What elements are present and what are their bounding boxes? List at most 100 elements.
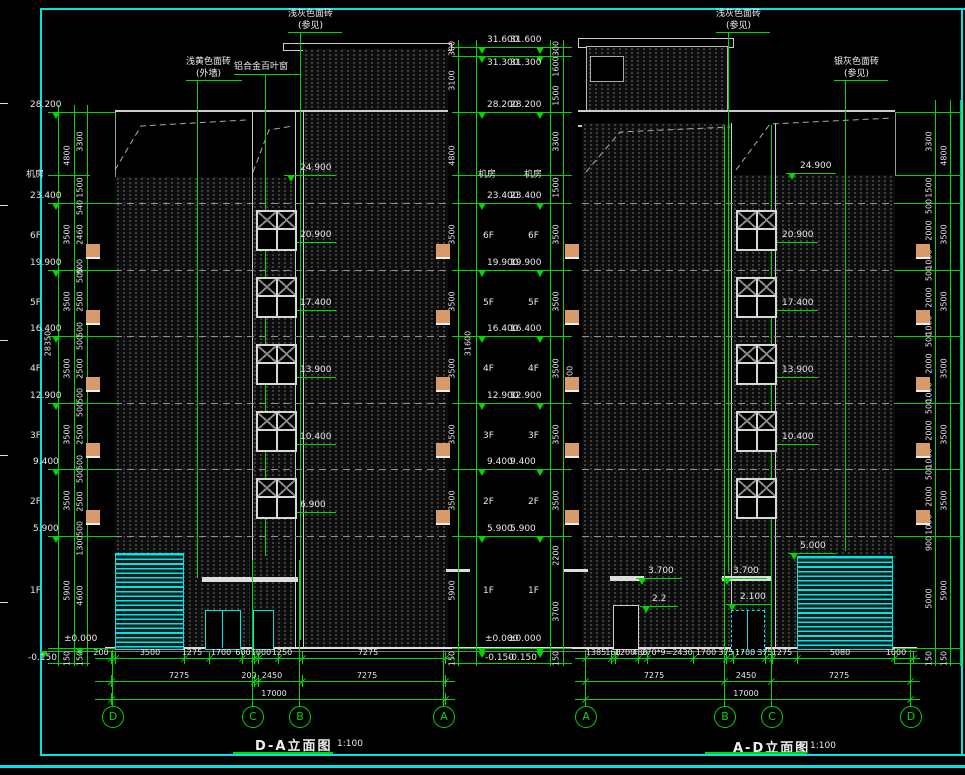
vertical-dim-value: 3500 bbox=[552, 205, 561, 265]
elevation-value: 10.400 bbox=[782, 432, 814, 442]
floor-label: 4F bbox=[483, 364, 494, 374]
floor-line bbox=[582, 469, 895, 470]
floor-label: 3F bbox=[528, 431, 539, 441]
elevation-value: 5.000 bbox=[800, 541, 826, 551]
vertical-dim-value: 150 bbox=[552, 629, 561, 689]
elevation-value: 28.200 bbox=[510, 100, 542, 110]
dim-row-line bbox=[95, 658, 455, 659]
elevation-marker-triangle-icon bbox=[790, 553, 798, 560]
elevation-marker-triangle-icon bbox=[478, 203, 486, 210]
material-callout-text: 银灰色面砖(参见) bbox=[834, 56, 879, 80]
grid-line-stub bbox=[585, 650, 586, 706]
ruler-tick bbox=[0, 455, 8, 456]
elevation-value: -0.150 bbox=[508, 653, 537, 663]
title-underline bbox=[705, 752, 807, 754]
elevation-value: 3.700 bbox=[648, 566, 674, 576]
floor-line bbox=[115, 403, 448, 404]
elevation-marker-triangle-icon bbox=[728, 604, 736, 611]
canopy-left bbox=[202, 577, 298, 582]
single-door-left bbox=[253, 610, 274, 650]
elevation-value: 6.900 bbox=[300, 500, 326, 510]
elevation-value: 17.400 bbox=[782, 298, 814, 308]
floor-label: 4F bbox=[30, 364, 41, 374]
floor-label: 5F bbox=[528, 298, 539, 308]
right-upper-band bbox=[732, 175, 895, 203]
window-pane bbox=[278, 279, 296, 295]
floor-label: 1F bbox=[30, 586, 41, 596]
dim-extension-line bbox=[935, 100, 936, 666]
right-bay-edge-b bbox=[775, 123, 776, 648]
grid-line-stub bbox=[771, 650, 772, 706]
elevation-marker-triangle-icon bbox=[52, 112, 60, 119]
elevation-marker-triangle-icon bbox=[52, 203, 60, 210]
floor-label: 3F bbox=[30, 431, 41, 441]
callout-leader-line bbox=[300, 32, 301, 640]
callout-underline bbox=[716, 32, 770, 33]
title-underline bbox=[233, 752, 333, 754]
floor-line bbox=[115, 270, 448, 271]
window-pane bbox=[738, 480, 756, 496]
elevation-value: 9.400 bbox=[33, 457, 59, 467]
elevation-value: 10.400 bbox=[300, 432, 332, 442]
window-pane bbox=[258, 413, 276, 429]
floor-label: 5F bbox=[30, 298, 41, 308]
floor-line bbox=[115, 469, 448, 470]
elevation-marker-triangle-icon bbox=[723, 578, 731, 585]
grid-bubble: D bbox=[900, 706, 922, 728]
elevation-marker-triangle-icon bbox=[536, 270, 544, 277]
floor-line bbox=[115, 536, 448, 537]
elevation-marker-triangle-icon bbox=[536, 336, 544, 343]
window-pane bbox=[278, 364, 296, 383]
dim-extension-stub bbox=[445, 652, 446, 664]
vertical-dim-value: 3500 bbox=[63, 471, 72, 531]
grid-bubble: C bbox=[761, 706, 783, 728]
floor-line bbox=[582, 403, 895, 404]
double-door-right bbox=[731, 610, 765, 652]
left-stairbay-roof-panel bbox=[252, 112, 295, 177]
window-pane bbox=[258, 212, 276, 228]
grid-line-stub bbox=[299, 650, 300, 706]
vertical-dim-value: 4800 bbox=[940, 126, 949, 186]
dim-value: 2450 bbox=[716, 671, 776, 680]
dim-extension-line bbox=[950, 100, 951, 666]
vertical-dim-value: 3500 bbox=[552, 405, 561, 465]
ac-unit bbox=[565, 443, 579, 458]
double-door-right-mullion bbox=[747, 610, 748, 650]
grid-line-stub bbox=[112, 650, 113, 706]
elevation-value: 23.400 bbox=[30, 191, 62, 201]
ac-unit bbox=[916, 244, 930, 259]
elevation-marker-triangle-icon bbox=[536, 403, 544, 410]
double-door-left-mullion bbox=[222, 610, 223, 648]
grid-line-stub bbox=[724, 650, 725, 706]
window-pane bbox=[758, 364, 776, 383]
callout-leader-line bbox=[845, 80, 846, 551]
window bbox=[256, 344, 297, 385]
dim-extension-line bbox=[252, 560, 253, 650]
window-pane bbox=[738, 364, 756, 383]
window-pane bbox=[278, 498, 296, 517]
floor-label: 3F bbox=[483, 431, 494, 441]
floor-line bbox=[115, 336, 448, 337]
elevation-value: 13.900 bbox=[782, 365, 814, 375]
elevation-marker-triangle-icon bbox=[478, 403, 486, 410]
elevation-value: 12.900 bbox=[30, 391, 62, 401]
window-pane bbox=[738, 279, 756, 295]
dim-value: 7275 bbox=[624, 671, 684, 680]
grid-bubble: C bbox=[242, 706, 264, 728]
floor-label: 2F bbox=[528, 497, 539, 507]
elevation-marker-triangle-icon bbox=[478, 336, 486, 343]
frame-right bbox=[961, 8, 963, 756]
frame-bottom-inner bbox=[40, 754, 965, 756]
elevation-marker-triangle-icon bbox=[478, 56, 486, 63]
ac-unit bbox=[86, 310, 100, 325]
callout-underline bbox=[234, 74, 300, 75]
window bbox=[736, 344, 777, 385]
window-pane bbox=[278, 212, 296, 228]
right-roofbox-window bbox=[590, 56, 624, 82]
cad-canvas: 28.20023.40019.90016.40012.9009.4005.900… bbox=[0, 0, 965, 775]
elevation-marker-triangle-icon bbox=[536, 203, 544, 210]
ac-unit bbox=[916, 310, 930, 325]
dim-value: 1000 bbox=[866, 648, 926, 657]
drawing-scale: 1:100 bbox=[337, 739, 363, 749]
elevation-value: 2.2 bbox=[652, 594, 666, 604]
